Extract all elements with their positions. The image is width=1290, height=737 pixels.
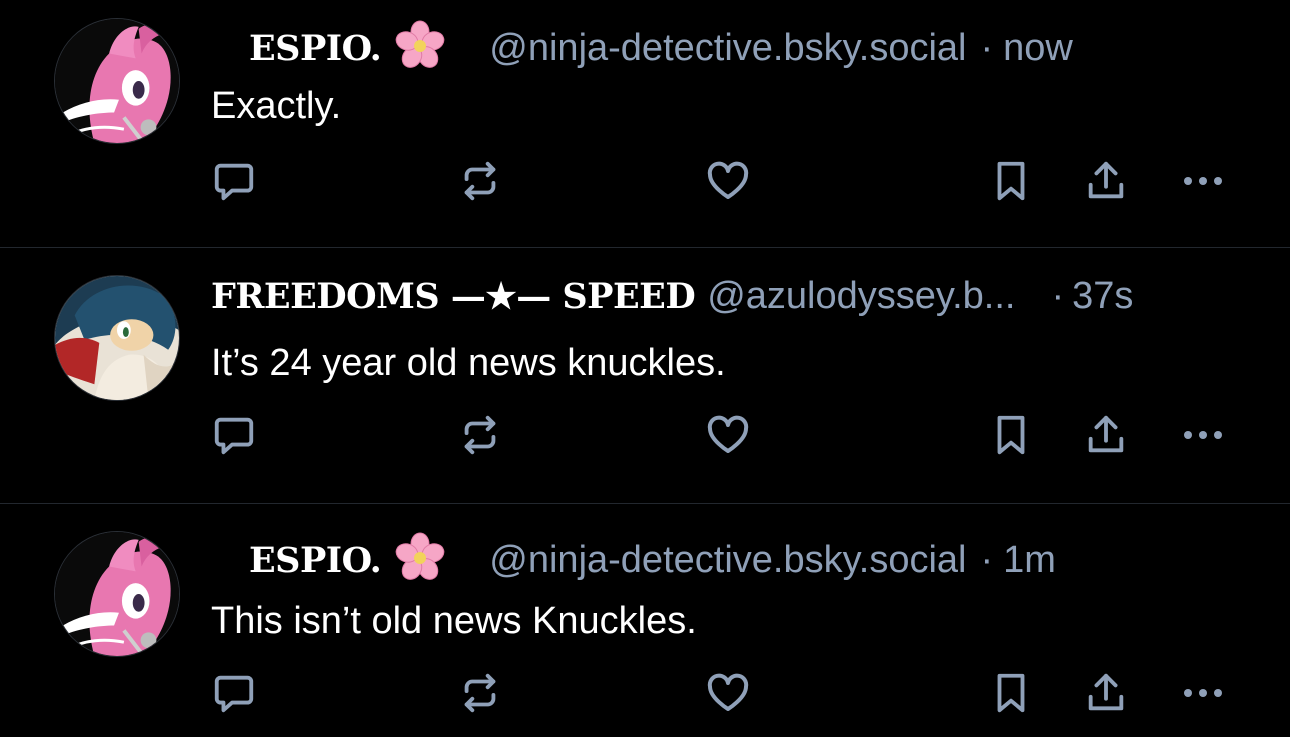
like-icon[interactable] (703, 410, 753, 460)
post[interactable]: ESPIO. @ninja-detective.bsky.social · 1m T… (0, 504, 1290, 737)
share-icon[interactable] (1081, 156, 1131, 206)
avatar[interactable] (54, 18, 180, 144)
repost-icon[interactable] (455, 156, 505, 206)
timestamp[interactable]: now (1003, 27, 1073, 69)
pink-chameleon-avatar-image (55, 532, 179, 656)
display-name[interactable]: ESPIO. (249, 28, 382, 69)
post-header: FREEDOMS —★— SPEED @azulodyssey.b... · 37s (211, 274, 1133, 318)
share-icon[interactable] (1081, 410, 1131, 460)
cherry-blossom-icon (395, 20, 445, 70)
post-text: It’s 24 year old news knuckles. (211, 342, 726, 384)
bookmark-icon[interactable] (986, 668, 1036, 718)
repost-icon[interactable] (455, 668, 505, 718)
post-header: ESPIO. @ninja-detective.bsky.social · 1m (211, 532, 1056, 581)
separator: · (1051, 275, 1065, 317)
reply-icon[interactable] (209, 668, 259, 718)
post-text: This isn’t old news Knuckles. (211, 600, 697, 642)
post-header: ESPIO. @ninja-detective.bsky.social · now (211, 20, 1073, 69)
post-actions (0, 156, 1290, 206)
reply-icon[interactable] (209, 156, 259, 206)
like-icon[interactable] (703, 668, 753, 718)
more-icon[interactable] (1178, 156, 1228, 206)
like-icon[interactable] (703, 156, 753, 206)
post[interactable]: FREEDOMS —★— SPEED @azulodyssey.b... · 37s … (0, 248, 1290, 504)
bookmark-icon[interactable] (986, 156, 1036, 206)
post[interactable]: ESPIO. @ninja-detective.bsky.social · now … (0, 0, 1290, 248)
display-name[interactable]: ESPIO. (249, 540, 382, 581)
bookmark-icon[interactable] (986, 410, 1036, 460)
more-icon[interactable] (1178, 668, 1228, 718)
avatar[interactable] (54, 531, 180, 657)
repost-icon[interactable] (455, 410, 505, 460)
separator: · (980, 539, 994, 581)
handle[interactable]: @azulodyssey.b... (707, 275, 1015, 317)
post-text: Exactly. (211, 85, 342, 127)
reply-icon[interactable] (209, 410, 259, 460)
more-icon[interactable] (1178, 410, 1228, 460)
timestamp[interactable]: 1m (1003, 539, 1056, 581)
post-actions (0, 668, 1290, 718)
separator: · (980, 27, 994, 69)
handle[interactable]: @ninja-detective.bsky.social (489, 539, 966, 581)
timestamp[interactable]: 37s (1072, 275, 1133, 317)
pink-chameleon-avatar-image (55, 19, 179, 143)
handle[interactable]: @ninja-detective.bsky.social (489, 27, 966, 69)
post-actions (0, 410, 1290, 460)
blue-hedgehog-avatar-image (55, 276, 179, 400)
share-icon[interactable] (1081, 668, 1131, 718)
cherry-blossom-icon (395, 532, 445, 582)
avatar[interactable] (54, 275, 180, 401)
display-name[interactable]: FREEDOMS —★— SPEED (211, 276, 696, 317)
